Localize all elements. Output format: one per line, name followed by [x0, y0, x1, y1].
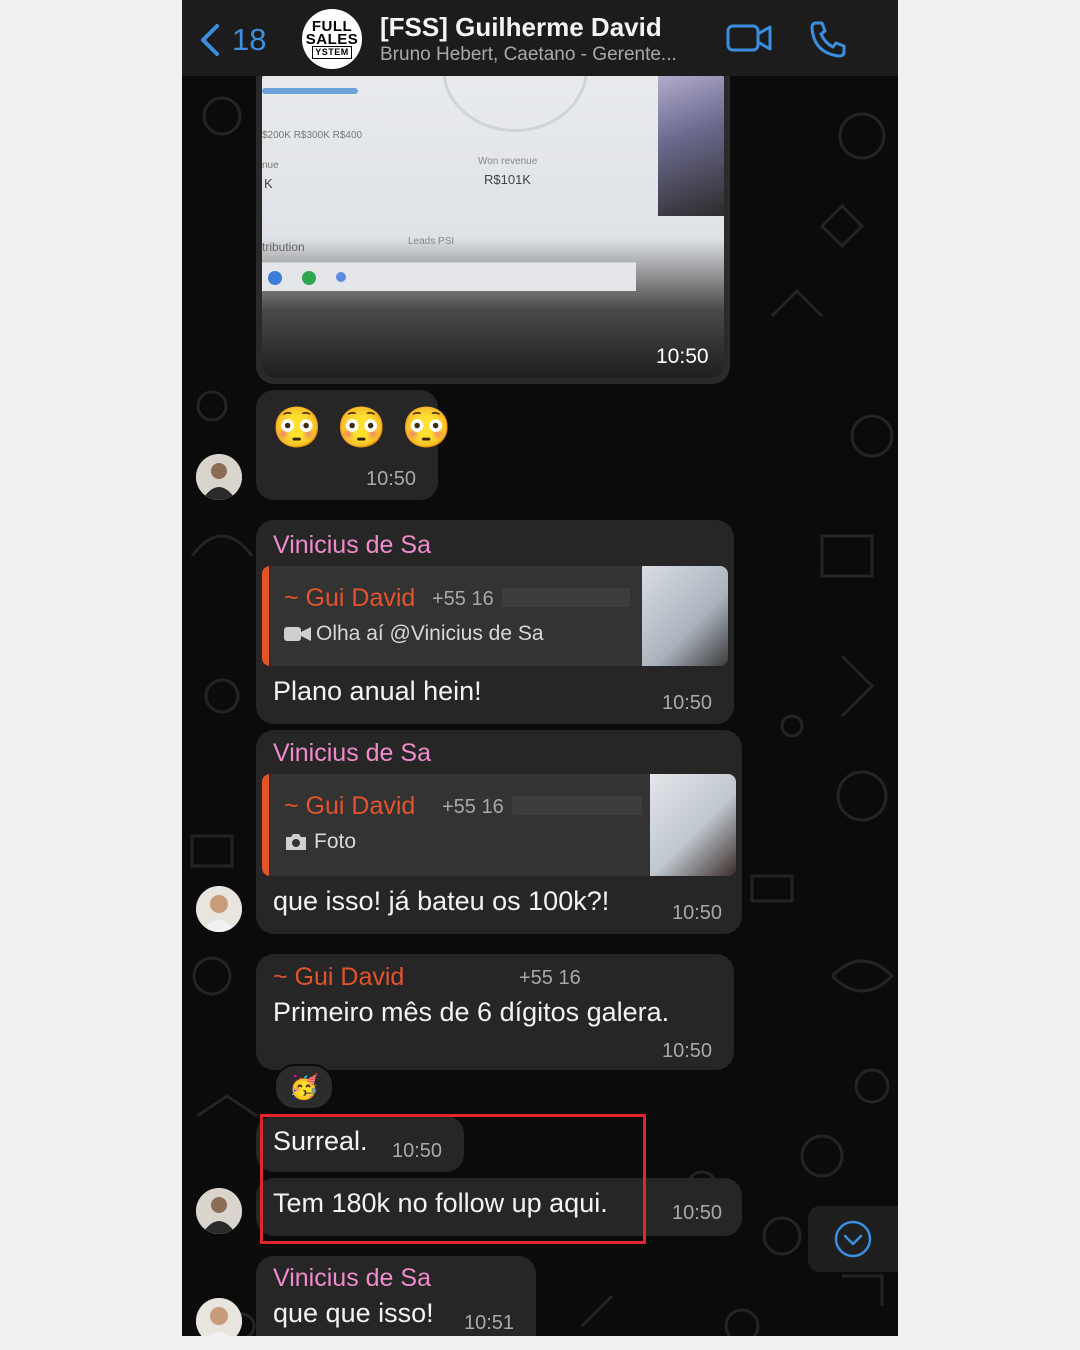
quote-bar	[262, 566, 269, 666]
video-message[interactable]: $200K R$300K R$400 nue K Won revenue R$1…	[256, 60, 730, 384]
message-time: 10:50	[672, 902, 723, 924]
sender-phone: +55 16	[519, 967, 581, 989]
reply-message-1[interactable]: Vinicius de Sa ~ Gui David +55 16 Olha a…	[256, 520, 734, 724]
screen-k-text: K	[264, 176, 273, 191]
avatar-gui-david[interactable]	[196, 454, 242, 500]
reaction-emoji: 🥳	[289, 1073, 319, 1101]
screen-taskbar	[262, 262, 636, 291]
scroll-to-bottom-button[interactable]	[808, 1206, 898, 1272]
message-time: 10:50	[672, 1202, 723, 1224]
back-button[interactable]: 18	[200, 22, 266, 58]
quote-author: ~ Gui David	[284, 584, 416, 612]
screen-nue-text: nue	[262, 160, 279, 171]
group-avatar[interactable]: FULL SALES YSTEM	[302, 9, 362, 69]
camera-icon	[286, 834, 306, 850]
quoted-message[interactable]: ~ Gui David +55 16 Foto	[262, 774, 736, 876]
quote-text: Olha aí @Vinicius de Sa	[316, 622, 544, 645]
last-message[interactable]: Vinicius de Sa que que isso! 10:51	[256, 1256, 536, 1336]
progress-line	[262, 88, 358, 94]
chat-participants[interactable]: Bruno Hebert, Caetano - Gerente...	[380, 44, 677, 66]
quote-phone: +55 16	[432, 588, 494, 610]
sender-name[interactable]: Vinicius de Sa	[273, 531, 431, 560]
quote-text-row: Foto	[284, 830, 356, 854]
chat-header: 18 FULL SALES YSTEM [FSS] Guilherme Davi…	[182, 0, 898, 76]
chevron-left-icon	[201, 24, 219, 56]
message-time: 10:50	[662, 692, 713, 714]
message-emojis: 😳 😳 😳	[272, 406, 454, 450]
screen-leads-text: Leads PSI	[408, 236, 455, 247]
message-time: 10:50	[662, 1040, 713, 1062]
quote-phone: +55 16	[442, 796, 504, 818]
message-time: 10:50	[656, 345, 709, 368]
message-time: 10:50	[366, 468, 417, 490]
chat-screen: 18 FULL SALES YSTEM [FSS] Guilherme Davi…	[182, 0, 898, 1336]
quoted-message[interactable]: ~ Gui David +55 16 Olha aí @Vinicius de …	[262, 566, 728, 666]
quote-video-thumbnail	[642, 566, 728, 666]
avatar-vinicius[interactable]	[196, 886, 242, 932]
emoji-message[interactable]: 😳 😳 😳 10:50	[256, 390, 452, 500]
gui-david-message[interactable]: ~ Gui David +55 16 Primeiro mês de 6 díg…	[256, 954, 734, 1070]
screen-won-label: Won revenue	[478, 156, 538, 167]
avatar-gui-david[interactable]	[196, 1188, 242, 1234]
avatar-vinicius[interactable]	[196, 1298, 242, 1336]
quote-bar	[262, 774, 269, 876]
video-thumbnail[interactable]: $200K R$300K R$400 nue K Won revenue R$1…	[262, 66, 724, 378]
quote-photo-thumbnail	[650, 774, 736, 876]
reaction-badge[interactable]: 🥳	[274, 1064, 334, 1110]
reply-message-2[interactable]: Vinicius de Sa ~ Gui David +55 16 Foto q…	[256, 730, 742, 934]
screen-axis-text: $200K R$300K R$400	[262, 130, 363, 141]
quote-author: ~ Gui David	[284, 792, 416, 820]
screen-won-value: R$101K	[484, 172, 531, 187]
sender-name[interactable]: Vinicius de Sa	[273, 739, 431, 768]
phone-redaction	[512, 796, 642, 815]
logo-line-sales: SALES	[305, 30, 359, 48]
logo-line-system: YSTEM	[312, 45, 352, 59]
message-text: que isso! já bateu os 100k?!	[273, 886, 610, 916]
message-time: 10:51	[464, 1312, 515, 1334]
video-icon	[284, 627, 311, 641]
screen-edge-photo	[658, 66, 724, 216]
quote-text-row: Olha aí @Vinicius de Sa	[284, 622, 544, 646]
highlight-box	[260, 1114, 646, 1244]
sender-name[interactable]: ~ Gui David	[273, 963, 404, 992]
chevron-down-circle-icon	[834, 1220, 872, 1258]
quote-text: Foto	[314, 830, 357, 853]
video-call-button[interactable]	[726, 20, 772, 61]
message-text: Plano anual hein!	[273, 676, 482, 706]
unread-count: 18	[232, 22, 267, 57]
voice-call-button[interactable]	[808, 20, 848, 63]
video-camera-icon	[726, 24, 772, 52]
phone-redaction	[502, 588, 630, 607]
screen-attribution-text: tribution	[262, 240, 305, 254]
phone-icon	[810, 21, 846, 58]
message-text: Primeiro mês de 6 dígitos galera.	[273, 997, 670, 1027]
chat-title[interactable]: [FSS] Guilherme David	[380, 12, 662, 43]
sender-name[interactable]: Vinicius de Sa	[273, 1264, 431, 1293]
message-text: que que isso!	[273, 1298, 434, 1328]
